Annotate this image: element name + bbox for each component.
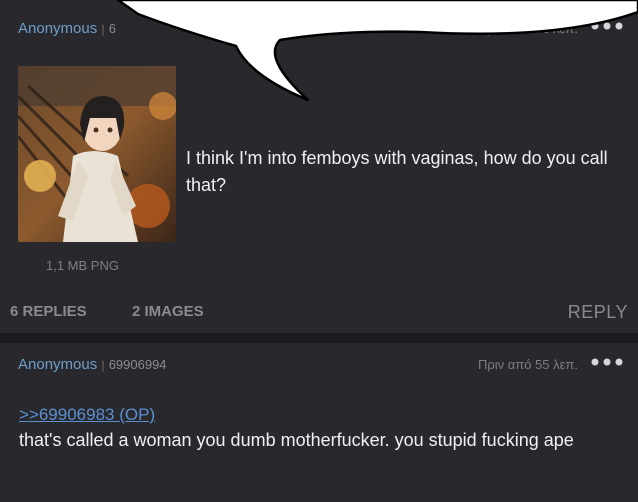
post-number[interactable]: 69906994 [109,357,167,372]
poster-name-text: Anonymous [18,20,98,37]
name-separator: | [101,358,105,372]
reply-comment: that's called a woman you dumb motherfuc… [19,430,574,450]
replies-count[interactable]: 6 REPLIES [10,303,87,320]
poster-name[interactable]: Anonymous | 69906994 [18,356,167,373]
more-dots-icon[interactable] [588,17,626,35]
post-number[interactable]: 6 [109,21,116,36]
op-post: Anonymous | 6 Πριν από 56 λεπ. 1,1 MB PN… [0,0,638,333]
post-time: Πριν από 56 λεπ. [477,21,578,36]
reply-post-header: Anonymous | 69906994 Πριν από 55 λεπ. [18,356,626,378]
reply-button[interactable]: REPLY [568,302,628,323]
file-info: 1,1 MB PNG [46,258,119,273]
post-thumbnail[interactable] [18,66,176,242]
post-separator [0,333,638,343]
quote-link[interactable]: >>69906983 (OP) [19,405,155,425]
op-post-header: Anonymous | 6 Πριν από 56 λεπ. [18,20,626,42]
poster-name-text: Anonymous [18,356,98,373]
images-count[interactable]: 2 IMAGES [132,303,204,320]
poster-name[interactable]: Anonymous | 6 [18,20,116,37]
more-dots-icon[interactable] [588,353,626,371]
anime-girl-image [18,66,176,242]
post-comment: I think I'm into femboys with vaginas, h… [186,148,608,195]
post-time: Πριν από 55 λεπ. [477,357,578,372]
name-separator: | [101,22,105,36]
